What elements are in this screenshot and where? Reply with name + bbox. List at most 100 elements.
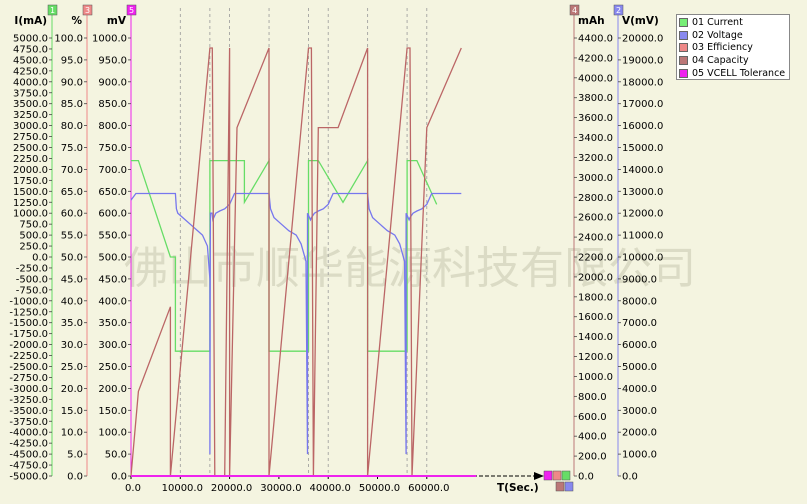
axis-tick-label-1-10: -2500.0 (9, 362, 48, 373)
axis-tick-label-5-9: 450.0 (98, 274, 127, 285)
x-tick-label-1: 10000.0 (162, 483, 203, 494)
axis-tick-label-5-2: 100.0 (98, 428, 127, 439)
axis-tick-label-3-1: 5.0 (67, 450, 83, 461)
axis-tick-label-1-15: -1250.0 (9, 307, 48, 318)
axis-tick-label-1-19: -250.0 (16, 263, 48, 274)
axis-tick-label-5-19: 950.0 (98, 55, 127, 66)
axis-tick-label-1-11: -2250.0 (9, 351, 48, 362)
axis-tick-label-2-0: 0.0 (622, 472, 638, 483)
axis-tick-label-4-16: 3200.0 (578, 153, 613, 164)
axis-tick-label-3-10: 50.0 (61, 253, 83, 264)
axis-title-2: V(mV) (622, 15, 659, 27)
axis-tick-label-2-17: 17000.0 (622, 99, 663, 110)
axis-tick-label-2-12: 12000.0 (622, 209, 663, 220)
axis-tick-label-1-0: -5000.0 (9, 472, 48, 483)
axis-tick-label-3-12: 60.0 (61, 209, 83, 220)
bottom-badge-4 (555, 481, 565, 492)
axis-tick-label-3-3: 15.0 (61, 406, 83, 417)
axis-tick-label-1-39: 4750.0 (13, 44, 48, 55)
axis-tick-label-3-5: 25.0 (61, 362, 83, 373)
x-axis-arrow (534, 472, 544, 480)
axis-tick-label-3-16: 80.0 (61, 121, 83, 132)
axis-tick-label-2-14: 14000.0 (622, 165, 663, 176)
axis-tick-label-4-1: 200.0 (578, 452, 607, 463)
legend-swatch-capacity (679, 56, 688, 66)
axis-tick-label-1-35: 3750.0 (13, 88, 48, 99)
axis-tick-label-4-3: 600.0 (578, 412, 607, 423)
x-tick-label-4: 40000.0 (310, 483, 351, 494)
axis-tick-label-4-17: 3400.0 (578, 133, 613, 144)
legend-label-vcell-tolerance: 05 VCELL Tolerance (692, 68, 786, 80)
axis-tick-label-5-6: 300.0 (98, 340, 127, 351)
axis-tick-label-1-36: 4000.0 (13, 77, 48, 88)
axis-tick-label-4-12: 2400.0 (578, 233, 613, 244)
axis-badge-label-1: 1 (50, 6, 55, 15)
axis-tick-label-1-24: 1000.0 (13, 209, 48, 220)
axis-tick-label-1-40: 5000.0 (13, 34, 48, 45)
axis-tick-label-2-10: 10000.0 (622, 253, 663, 264)
axis-tick-label-1-20: 0.0 (32, 253, 48, 264)
legend-label-efficiency: 03 Efficiency (692, 42, 753, 54)
axis-tick-label-4-4: 800.0 (578, 392, 607, 403)
axis-tick-label-2-5: 5000.0 (622, 362, 657, 373)
axis-tick-label-1-22: 500.0 (19, 231, 48, 242)
legend-item-vcell-tolerance[interactable]: 05 VCELL Tolerance (679, 67, 787, 80)
axis-tick-label-5-16: 800.0 (98, 121, 127, 132)
axis-tick-label-4-18: 3600.0 (578, 113, 613, 124)
axis-tick-label-3-4: 20.0 (61, 384, 83, 395)
bottom-badge-3 (552, 470, 562, 481)
axis-tick-label-5-14: 700.0 (98, 165, 127, 176)
axis-tick-label-4-10: 2000.0 (578, 272, 613, 283)
bottom-badge-2 (564, 481, 574, 492)
axis-tick-label-5-13: 650.0 (98, 187, 127, 198)
bottom-badge-5 (543, 470, 553, 481)
axis-title-5: mV (107, 15, 127, 27)
legend-item-voltage[interactable]: 02 Voltage (679, 29, 787, 42)
axis-tick-label-5-11: 550.0 (98, 231, 127, 242)
axis-tick-label-3-9: 45.0 (61, 274, 83, 285)
axis-badge-label-2: 2 (616, 6, 621, 15)
axis-tick-label-1-4: -4000.0 (9, 428, 48, 439)
axis-title-4: mAh (578, 15, 605, 27)
axis-tick-label-5-12: 600.0 (98, 209, 127, 220)
axis-tick-label-2-1: 1000.0 (622, 450, 657, 461)
axis-badge-label-3: 3 (85, 6, 90, 15)
legend-item-capacity[interactable]: 04 Capacity (679, 54, 787, 67)
axis-tick-label-5-1: 50.0 (105, 450, 127, 461)
legend[interactable]: 01 Current 02 Voltage 03 Efficiency 04 C… (676, 14, 790, 80)
legend-item-efficiency[interactable]: 03 Efficiency (679, 42, 787, 55)
x-tick-label-2: 20000.0 (211, 483, 252, 494)
axis-badge-label-4: 4 (572, 6, 577, 15)
axis-tick-label-1-8: -3000.0 (9, 384, 48, 395)
axis-tick-label-2-20: 20000.0 (622, 34, 663, 45)
axis-tick-label-1-23: 750.0 (19, 220, 48, 231)
axis-tick-label-3-11: 55.0 (61, 231, 83, 242)
axis-tick-label-2-18: 18000.0 (622, 77, 663, 88)
axis-tick-label-3-19: 95.0 (61, 55, 83, 66)
axis-tick-label-4-19: 3800.0 (578, 93, 613, 104)
axis-tick-label-2-7: 7000.0 (622, 318, 657, 329)
axis-tick-label-1-12: -2000.0 (9, 340, 48, 351)
x-tick-label-5: 50000.0 (359, 483, 400, 494)
axis-tick-label-1-17: -750.0 (16, 285, 48, 296)
axis-tick-label-4-9: 1800.0 (578, 292, 613, 303)
axis-tick-label-2-8: 8000.0 (622, 296, 657, 307)
axis-tick-label-4-8: 1600.0 (578, 312, 613, 323)
axis-tick-label-5-17: 850.0 (98, 99, 127, 110)
axis-tick-label-1-14: -1500.0 (9, 318, 48, 329)
axis-tick-label-2-9: 9000.0 (622, 274, 657, 285)
axis-tick-label-1-27: 1750.0 (13, 176, 48, 187)
legend-item-current[interactable]: 01 Current (679, 16, 787, 29)
axis-tick-label-1-5: -3750.0 (9, 417, 48, 428)
legend-label-current: 01 Current (692, 16, 743, 28)
axis-tick-label-5-7: 350.0 (98, 318, 127, 329)
axis-tick-label-3-6: 30.0 (61, 340, 83, 351)
axis-tick-label-3-15: 75.0 (61, 143, 83, 154)
legend-label-voltage: 02 Voltage (692, 29, 743, 41)
axis-tick-label-4-5: 1000.0 (578, 372, 613, 383)
axis-tick-label-5-8: 400.0 (98, 296, 127, 307)
axis-tick-label-2-19: 19000.0 (622, 55, 663, 66)
axis-tick-label-4-14: 2800.0 (578, 193, 613, 204)
axis-title-1: I(mA) (14, 15, 47, 27)
axis-tick-label-2-13: 13000.0 (622, 187, 663, 198)
